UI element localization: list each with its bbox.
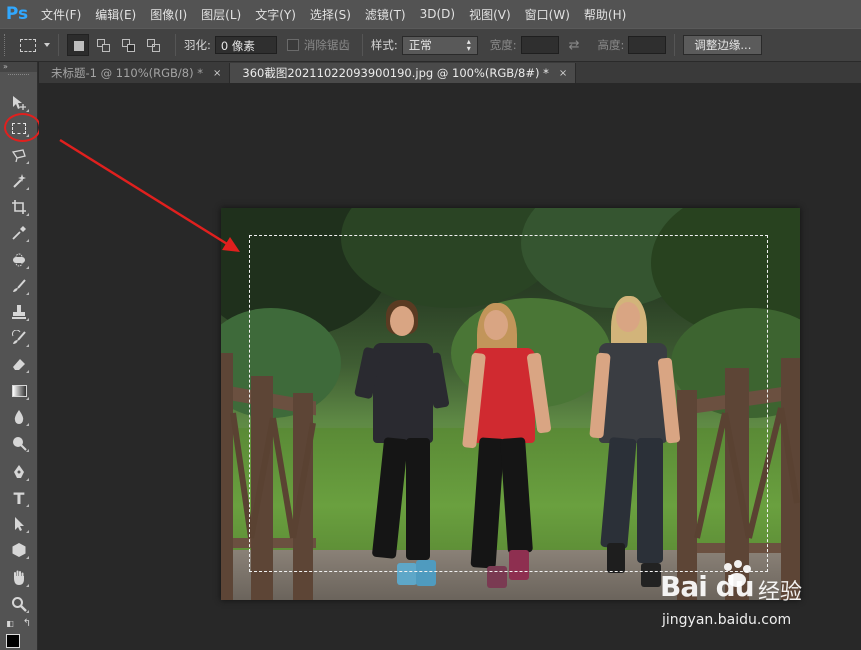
height-label: 高度:	[597, 38, 625, 52]
feather-input[interactable]: 0 像素	[214, 36, 277, 54]
type-tool-icon[interactable]: T	[8, 487, 30, 509]
intersect-selection-button[interactable]	[142, 34, 164, 56]
width-label: 宽度:	[489, 38, 517, 52]
tab-title: 未标题-1 @ 110%(RGB/8) *	[51, 66, 204, 80]
tab-title: 360截图20211022093900190.jpg @ 100%(RGB/8#…	[242, 66, 549, 80]
menu-bar: Ps 文件(F) 编辑(E) 图像(I) 图层(L) 文字(Y) 选择(S) 滤…	[0, 0, 861, 28]
shape-tool-icon[interactable]	[8, 539, 30, 561]
menu-view[interactable]: 视图(V)	[462, 6, 518, 23]
subtract-from-selection-icon	[121, 38, 135, 52]
document-tab-bar: 未标题-1 @ 110%(RGB/8) * × 360截图20211022093…	[39, 62, 861, 83]
swap-colors-icon[interactable]: ↰	[20, 616, 34, 630]
refine-edge-button[interactable]: 调整边缘...	[683, 35, 763, 55]
menu-layer[interactable]: 图层(L)	[194, 6, 248, 23]
pen-tool-icon[interactable]	[8, 461, 30, 483]
new-selection-button[interactable]	[67, 34, 89, 56]
menu-select[interactable]: 选择(S)	[303, 6, 358, 23]
menu-window[interactable]: 窗口(W)	[518, 6, 577, 23]
watermark-url: jingyan.baidu.com	[662, 612, 792, 628]
menu-edit[interactable]: 编辑(E)	[88, 6, 143, 23]
chevron-updown-icon: ▴ ▾	[466, 37, 471, 53]
clone-stamp-tool-icon[interactable]	[8, 301, 30, 323]
preset-dropdown-arrow-icon[interactable]	[44, 43, 50, 47]
foreground-color-swatch[interactable]	[6, 634, 20, 648]
new-selection-icon	[72, 39, 85, 52]
options-bar: 羽化: 0 像素 消除锯齿 样式: 正常 ▴ ▾ 宽度: ⇄ 高度: 调整边缘..…	[0, 28, 861, 62]
paw-icon	[724, 560, 751, 587]
add-to-selection-icon	[96, 38, 110, 52]
menu-help[interactable]: 帮助(H)	[577, 6, 633, 23]
spot-healing-brush-tool-icon[interactable]	[8, 249, 30, 271]
divider	[674, 34, 676, 56]
swap-width-height-icon[interactable]: ⇄	[569, 38, 580, 53]
move-tool-icon[interactable]	[8, 92, 30, 114]
marquee-preset-icon[interactable]	[20, 38, 36, 52]
intersect-selection-icon	[146, 38, 160, 52]
close-icon[interactable]: ×	[213, 68, 221, 79]
divider	[361, 34, 363, 56]
menu-image[interactable]: 图像(I)	[143, 6, 194, 23]
height-input[interactable]	[628, 36, 667, 54]
marquee-selection	[249, 235, 768, 572]
gradient-tool-icon[interactable]	[8, 380, 30, 402]
divider	[58, 34, 59, 56]
eyedropper-tool-icon[interactable]	[8, 222, 30, 244]
menu-3d[interactable]: 3D(D)	[413, 7, 462, 21]
tools-panel-grip[interactable]	[8, 74, 29, 77]
dodge-tool-icon[interactable]	[8, 432, 30, 454]
zoom-tool-icon[interactable]	[8, 593, 30, 615]
tab-untitled-1[interactable]: 未标题-1 @ 110%(RGB/8) * ×	[39, 63, 231, 83]
style-select[interactable]: 正常 ▴ ▾	[401, 35, 478, 55]
style-select-value: 正常	[408, 38, 432, 52]
options-bar-grip[interactable]	[4, 34, 12, 56]
lasso-tool-icon[interactable]	[8, 144, 30, 166]
antialias-label: 消除锯齿	[303, 38, 350, 52]
brush-tool-icon[interactable]	[8, 275, 30, 297]
annotation-circle	[4, 113, 41, 142]
tab-screenshot-jpg[interactable]: 360截图20211022093900190.jpg @ 100%(RGB/8#…	[230, 63, 577, 83]
add-to-selection-button[interactable]	[92, 34, 114, 56]
watermark-text: 经验	[758, 580, 803, 605]
default-colors-icon[interactable]: ◧	[3, 616, 17, 630]
hand-tool-icon[interactable]	[8, 567, 30, 589]
divider	[175, 34, 176, 56]
collapse-panel-icon[interactable]: »	[0, 62, 37, 72]
antialias-checkbox[interactable]	[286, 39, 299, 51]
width-input[interactable]	[520, 36, 559, 54]
photoshop-logo-icon: Ps	[5, 4, 29, 24]
history-brush-tool-icon[interactable]	[8, 327, 30, 349]
eraser-tool-icon[interactable]	[8, 353, 30, 375]
menu-filter[interactable]: 滤镜(T)	[358, 6, 413, 23]
menu-file[interactable]: 文件(F)	[34, 6, 88, 23]
style-label: 样式:	[370, 38, 398, 52]
feather-label: 羽化:	[184, 38, 211, 52]
menu-type[interactable]: 文字(Y)	[248, 6, 303, 23]
close-icon[interactable]: ×	[559, 68, 567, 79]
crop-tool-icon[interactable]	[8, 196, 30, 218]
subtract-from-selection-button[interactable]	[117, 34, 139, 56]
blur-tool-icon[interactable]	[8, 406, 30, 428]
path-selection-tool-icon[interactable]	[8, 513, 30, 535]
magic-wand-tool-icon[interactable]	[8, 170, 30, 192]
baidu-watermark: Bai du 经验 jingyan.baidu.com	[660, 560, 860, 650]
